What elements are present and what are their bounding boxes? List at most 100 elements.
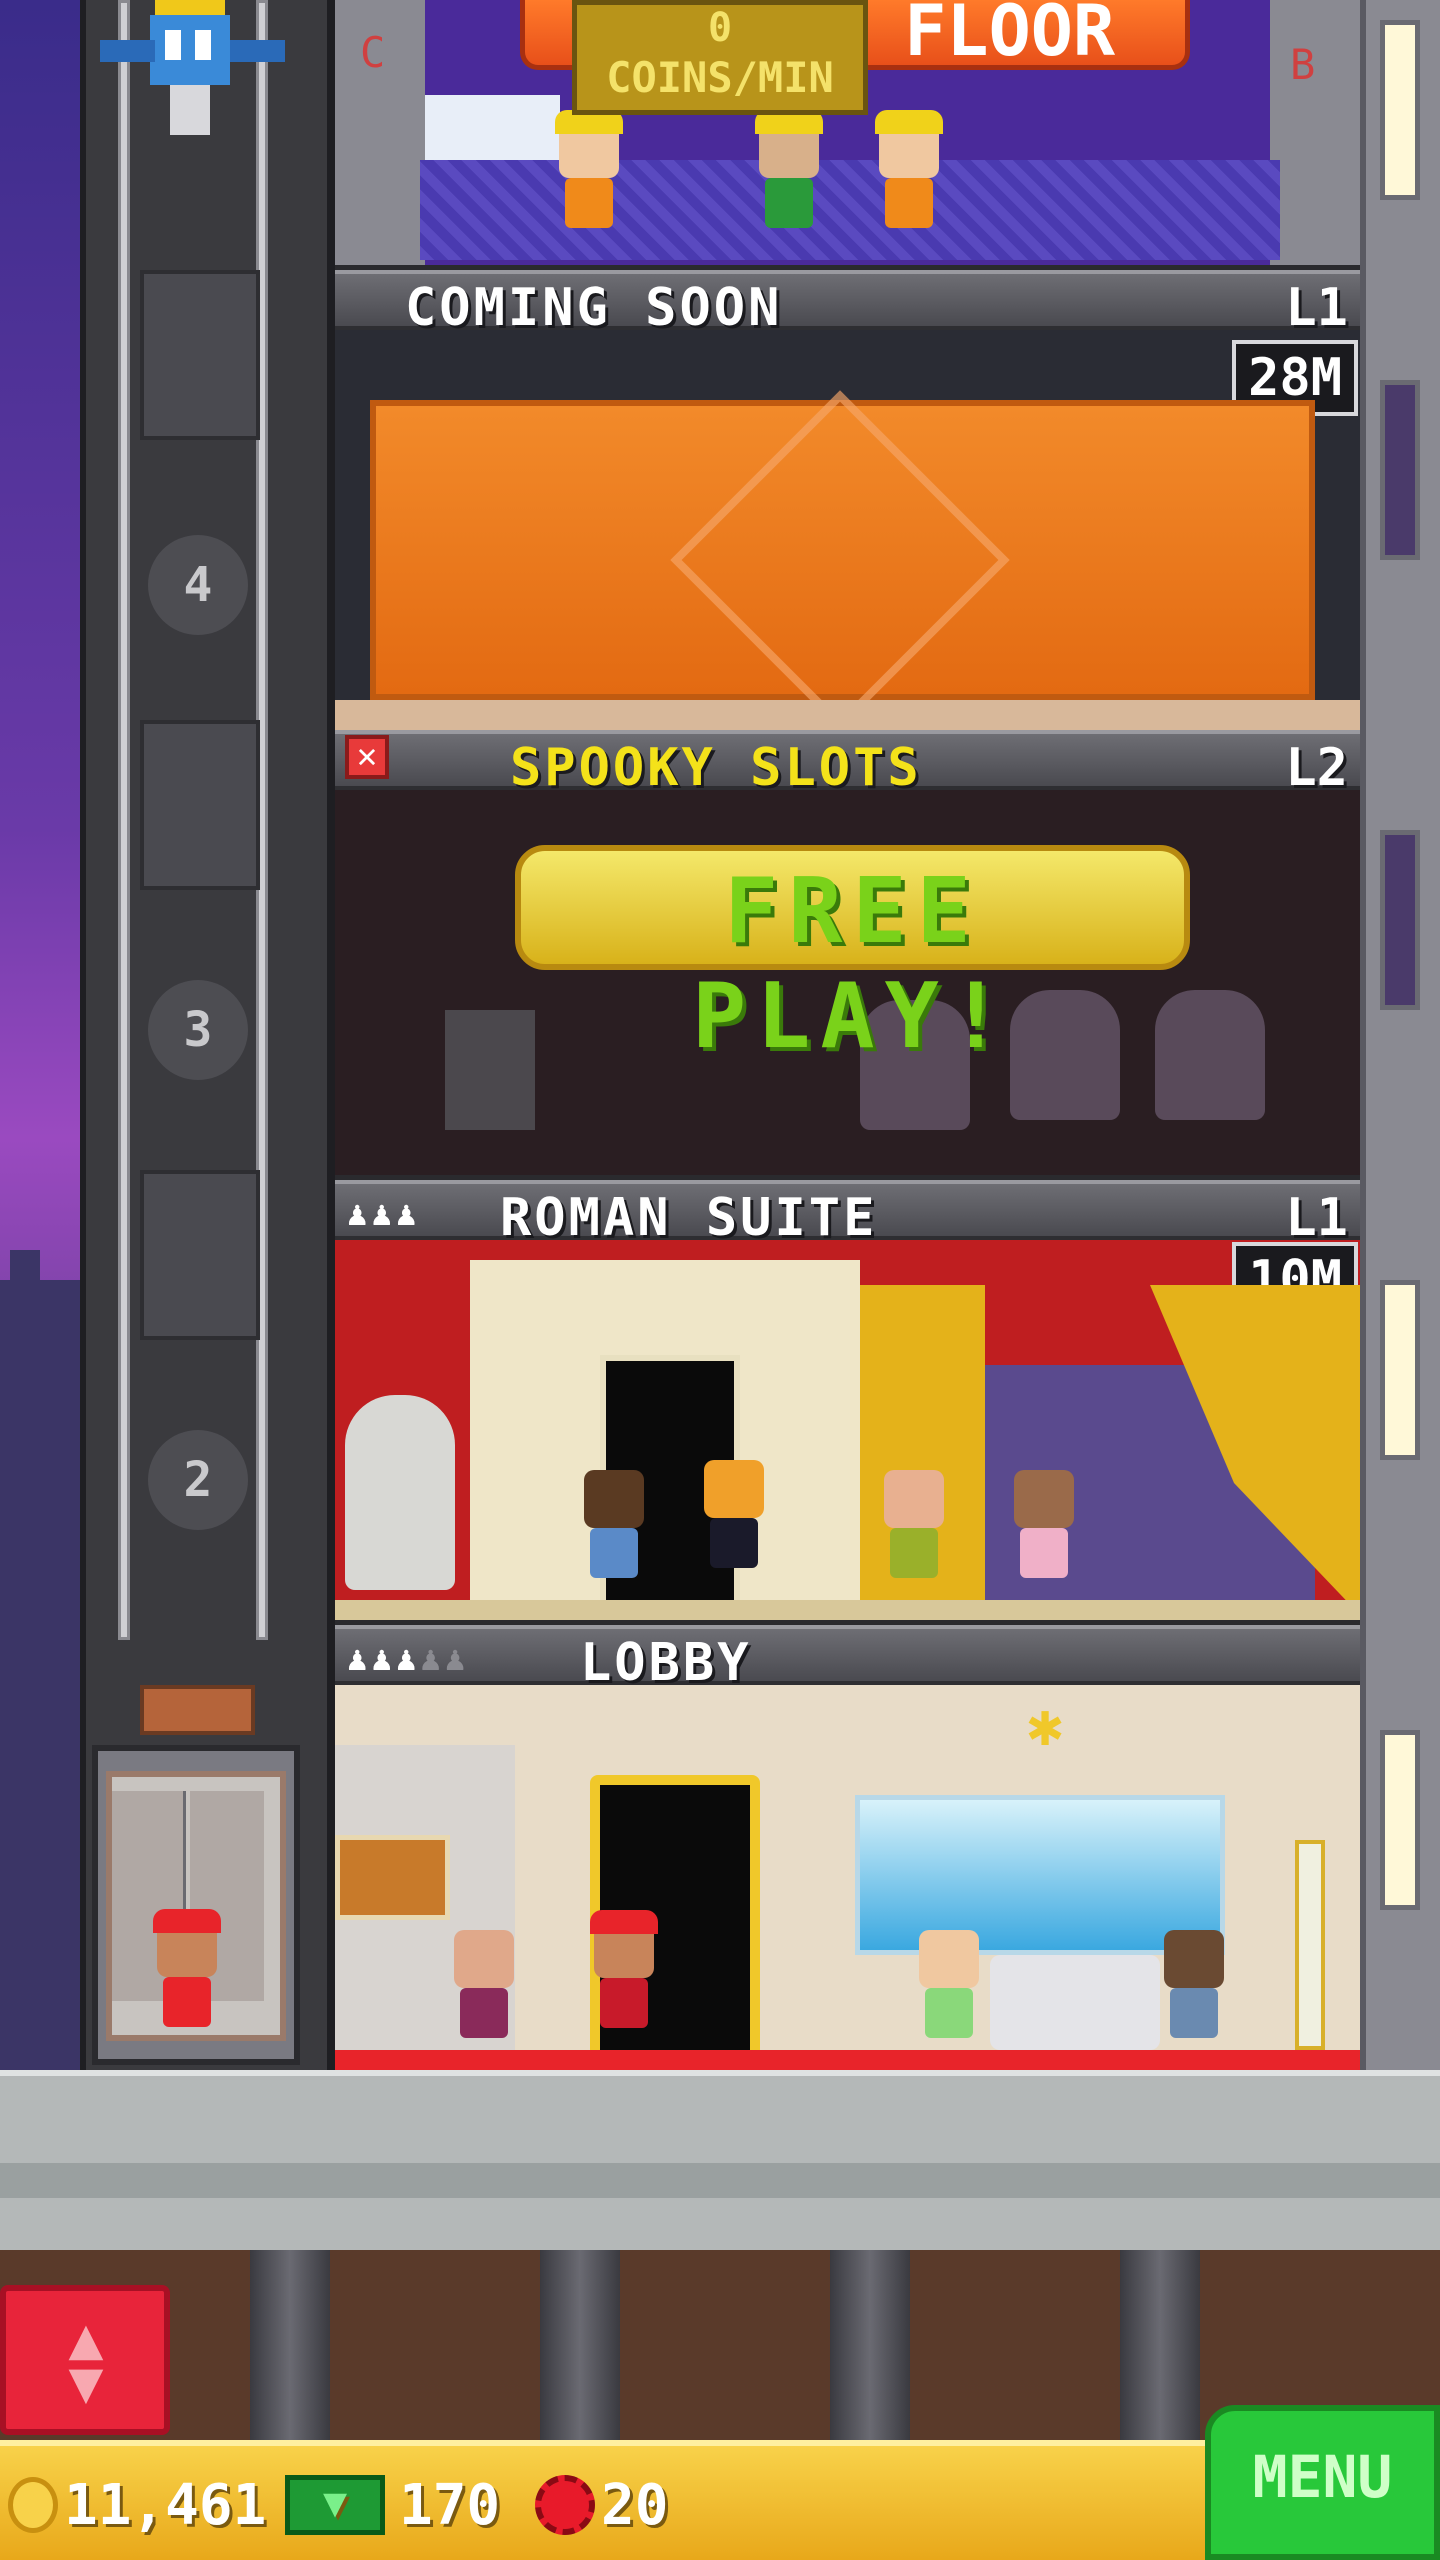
- person-head: [704, 1460, 764, 1518]
- floor-level: L1: [1285, 278, 1348, 338]
- person-body: [885, 178, 933, 228]
- person-body: [925, 1988, 973, 2038]
- construction-worker: [875, 110, 943, 235]
- floor-title: LOBBY: [580, 1633, 752, 1693]
- floor-level: L1: [1285, 1188, 1348, 1248]
- person-body: [600, 1978, 648, 2028]
- bellhop[interactable]: [590, 1910, 658, 2035]
- sunset-painting: [335, 1835, 450, 1920]
- window: [1380, 20, 1420, 200]
- person-body: [565, 178, 613, 228]
- lobby-carpet: [335, 2050, 1360, 2070]
- bitizen[interactable]: [1010, 1470, 1078, 1585]
- window: [1380, 380, 1420, 560]
- person-head: [454, 1930, 514, 1988]
- floor-title: COMING SOON: [405, 278, 783, 338]
- person-head: [884, 1470, 944, 1528]
- person-body: [590, 1528, 638, 1578]
- coins-count: 11,461: [64, 2472, 267, 2538]
- floor-lamp: [1295, 1840, 1325, 2050]
- shaft-brick-block: [140, 720, 260, 890]
- floor-stars-filled: ♟♟♟: [347, 1639, 421, 1679]
- person-head: [1164, 1930, 1224, 1988]
- floor-level: L2: [1285, 738, 1348, 798]
- floor-letter-left: C: [360, 28, 386, 77]
- sidewalk: [0, 2070, 1440, 2250]
- shaft-brick-block: [140, 270, 260, 440]
- coins-display: 11,461: [8, 2470, 266, 2540]
- support-pillar: [1120, 2250, 1200, 2440]
- floor-header-spooky-slots[interactable]: SPOOKY SLOTS L2: [335, 730, 1360, 798]
- person-hat: [875, 110, 943, 134]
- support-pillar: [830, 2250, 910, 2440]
- gems-display[interactable]: 20: [535, 2470, 668, 2540]
- elevator-button[interactable]: ▲ ▼: [0, 2285, 170, 2435]
- floor-header-roman-suite[interactable]: ♟♟♟ ROMAN SUITE L1: [335, 1180, 1360, 1248]
- elevator-operator: [153, 1909, 221, 2034]
- top-floor-counter: [420, 160, 1280, 260]
- person-head: [1014, 1470, 1074, 1528]
- person-hat: [153, 1909, 221, 1933]
- person-body: [710, 1518, 758, 1568]
- bitizen[interactable]: [1160, 1930, 1228, 2045]
- gems-count: 20: [601, 2472, 669, 2538]
- person-body: [163, 1977, 211, 2027]
- floor-header-coming-soon[interactable]: COMING SOON L1: [335, 270, 1360, 338]
- close-icon[interactable]: ✕: [345, 735, 389, 779]
- shaft-floor-number-3: 3: [148, 980, 248, 1080]
- bux-display[interactable]: ▼ 170: [285, 2470, 500, 2540]
- bitizen[interactable]: [580, 1470, 648, 1585]
- new-floor-banner-label: FLOOR: [904, 0, 1115, 72]
- floor-title: ROMAN SUITE: [500, 1188, 878, 1248]
- floor-header-lobby[interactable]: ♟♟♟♟♟ LOBBY: [335, 1625, 1360, 1693]
- floor-ground: [335, 700, 1360, 730]
- person-head: [584, 1470, 644, 1528]
- coins-per-minute-sign: 0 COINS/MIN: [572, 0, 868, 115]
- gem-icon: [535, 2475, 595, 2535]
- floor-title: SPOOKY SLOTS: [510, 738, 922, 798]
- chandelier-icon: ✱: [1026, 1690, 1064, 1760]
- bitizen[interactable]: [880, 1470, 948, 1585]
- support-pillar: [250, 2250, 330, 2440]
- shaft-brick-block: [140, 1170, 260, 1340]
- support-pillar: [540, 2250, 620, 2440]
- elevator-car[interactable]: [92, 1745, 300, 2065]
- floor-letter-right: B: [1290, 40, 1316, 89]
- shaft-floor-number-2: 2: [148, 1430, 248, 1530]
- bitizen[interactable]: [450, 1930, 518, 2045]
- person-hat: [590, 1910, 658, 1934]
- window: [1380, 1730, 1420, 1910]
- person-body: [890, 1528, 938, 1578]
- city-skyline: [0, 1250, 80, 2070]
- menu-button[interactable]: MENU: [1205, 2405, 1440, 2560]
- menu-label: MENU: [1252, 2443, 1393, 2511]
- window: [1380, 1280, 1420, 1460]
- person-body: [1020, 1528, 1068, 1578]
- coin-icon: [8, 2477, 58, 2533]
- shaft-rail-left: [118, 0, 130, 1640]
- free-play-button[interactable]: FREE PLAY!: [515, 845, 1190, 1069]
- person-head: [919, 1930, 979, 1988]
- shaft-floor-number-4: 4: [148, 535, 248, 635]
- person-body: [765, 178, 813, 228]
- construction-worker: [555, 110, 623, 235]
- lobby-couch: [990, 1955, 1160, 2050]
- elevator-car-top: [140, 1685, 255, 1735]
- bitizen[interactable]: [915, 1930, 983, 2045]
- marble-statue: [345, 1395, 455, 1590]
- bitizen[interactable]: [700, 1460, 768, 1575]
- construction-worker: [755, 110, 823, 235]
- floor-stars: ♟♟♟: [347, 1194, 421, 1234]
- free-play-label: FREE PLAY!: [692, 859, 1013, 1069]
- maintenance-robot-icon[interactable]: [95, 0, 295, 145]
- window: [1380, 830, 1420, 1010]
- up-down-arrows-icon: ▲ ▼: [68, 2304, 104, 2416]
- bux-count: 170: [399, 2472, 501, 2538]
- floor-stars: ♟♟♟♟♟: [347, 1639, 469, 1679]
- person-body: [460, 1988, 508, 2038]
- floor-stars-empty: ♟♟: [420, 1639, 470, 1679]
- bux-icon: ▼: [285, 2475, 385, 2535]
- coins-per-minute-value: 0: [707, 5, 733, 51]
- person-body: [1170, 1988, 1218, 2038]
- floor-ground: [335, 1600, 1360, 1620]
